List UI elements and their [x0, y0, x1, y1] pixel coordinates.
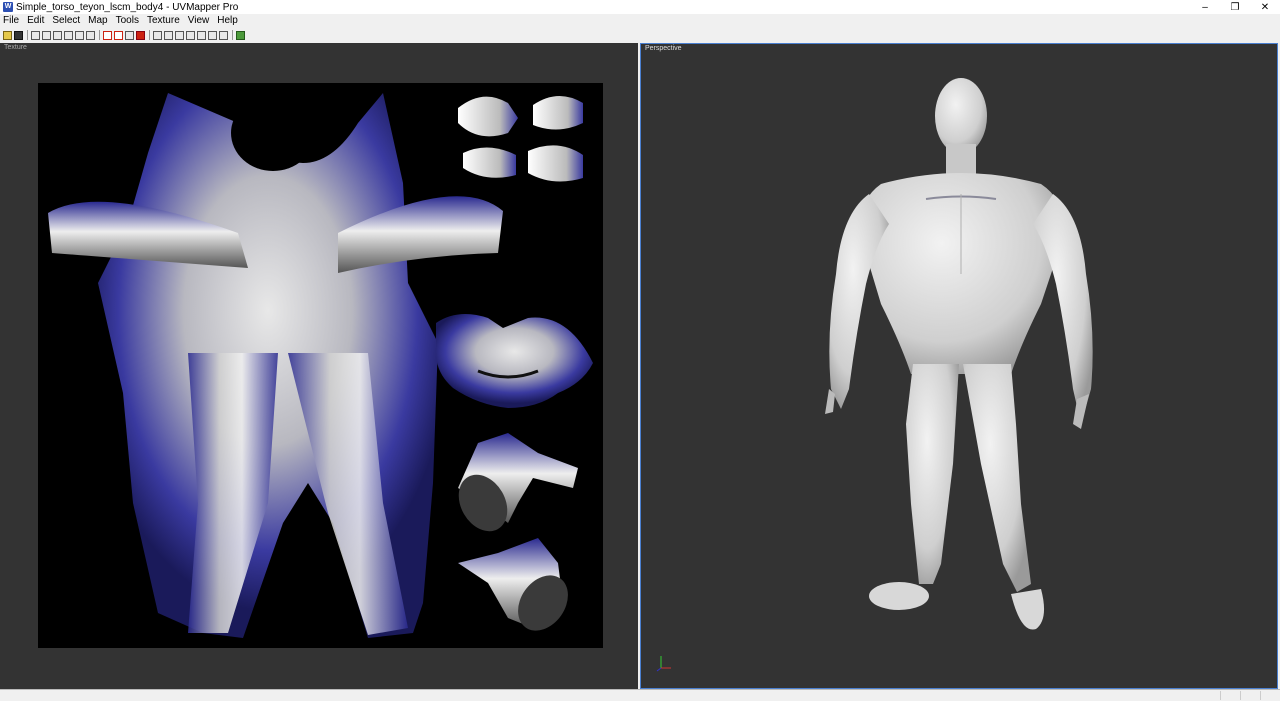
close-button[interactable]: ✕ [1250, 0, 1280, 14]
status-cell [1260, 691, 1280, 700]
status-cell [1220, 691, 1241, 700]
scatter-icon[interactable] [219, 30, 228, 40]
status-bar [0, 689, 1280, 701]
menu-select[interactable]: Select [48, 14, 84, 28]
window-controls: – ❐ ✕ [1190, 0, 1280, 14]
cube-icon[interactable] [175, 30, 184, 40]
minimize-button[interactable]: – [1190, 0, 1220, 14]
texture-viewport-label: Texture [4, 44, 27, 51]
box-icon[interactable] [153, 30, 162, 40]
zoom-icon[interactable] [53, 30, 62, 40]
delete-select-icon[interactable] [136, 30, 145, 40]
3d-model-render [825, 78, 1093, 630]
menu-view[interactable]: View [184, 14, 214, 28]
toolbar-separator [232, 30, 233, 40]
window-title: Simple_torso_teyon_lscm_body4 - UVMapper… [16, 1, 239, 13]
toolbar-separator [99, 30, 100, 40]
marquee-select-icon[interactable] [64, 30, 73, 40]
menu-bar: File Edit Select Map Tools Texture View … [0, 14, 1280, 28]
save-icon[interactable] [14, 30, 23, 40]
perspective-viewport[interactable]: Perspective [640, 43, 1278, 689]
uv-map-graphic [48, 93, 593, 638]
pan-hand-icon[interactable] [42, 30, 51, 40]
menu-texture[interactable]: Texture [143, 14, 184, 28]
sphere-icon[interactable] [186, 30, 195, 40]
menu-file[interactable]: File [0, 14, 23, 28]
polar-icon[interactable] [208, 30, 217, 40]
open-icon[interactable] [3, 30, 12, 40]
status-cell [1240, 691, 1261, 700]
menu-edit[interactable]: Edit [23, 14, 48, 28]
restore-button[interactable]: ❐ [1220, 0, 1250, 14]
magic-wand-icon[interactable] [86, 30, 95, 40]
app-icon[interactable]: W [3, 2, 13, 12]
toolbar-separator [149, 30, 150, 40]
deselect-icon[interactable] [114, 30, 123, 40]
menu-tools[interactable]: Tools [112, 14, 143, 28]
invert-select-icon[interactable] [125, 30, 134, 40]
title-bar: W Simple_torso_teyon_lscm_body4 - UVMapp… [0, 0, 1280, 14]
texture-viewport[interactable]: Texture [0, 43, 638, 689]
cylinder-icon[interactable] [164, 30, 173, 40]
select-arrow-icon[interactable] [31, 30, 40, 40]
menu-map[interactable]: Map [84, 14, 111, 28]
lasso-icon[interactable] [75, 30, 84, 40]
circle-icon[interactable] [197, 30, 206, 40]
axis-gizmo [656, 656, 671, 672]
toolbar-separator [27, 30, 28, 40]
settings-icon[interactable] [236, 30, 245, 40]
uv-texture-canvas[interactable] [38, 83, 603, 648]
grid-select-icon[interactable] [103, 30, 112, 40]
toolbar [0, 28, 1280, 42]
menu-help[interactable]: Help [213, 14, 242, 28]
